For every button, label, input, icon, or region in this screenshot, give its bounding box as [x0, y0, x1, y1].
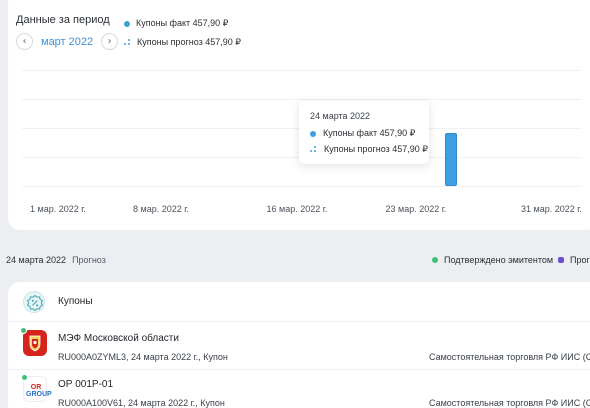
x-tick-label: 8 мар. 2022 г. [133, 204, 189, 214]
x-tick-label: 23 мар. 2022 г. [385, 204, 447, 214]
tooltip-date: 24 марта 2022 [310, 111, 371, 121]
tooltip-fact-dot-icon [310, 130, 316, 137]
x-tick-label: 1 мар. 2022 г. [30, 204, 86, 214]
logo-text-top: OR [30, 384, 42, 391]
status-line: 24 марта 2022 Прогноз [6, 255, 106, 265]
forecast-status-label: Прогн [570, 255, 590, 265]
legend-forecast-status: Прогн [558, 255, 590, 265]
tooltip-forecast-dots-icon [310, 146, 317, 153]
section-title: Купоны [58, 296, 93, 307]
or-group-logo-text: OR GROUP [26, 384, 52, 398]
coupon-chart: 1 мар. 2022 г. 8 мар. 2022 г. 16 мар. 2022… [0, 0, 590, 230]
tooltip-forecast-row: Купоны прогноз 457,90 ₽ [310, 144, 428, 155]
chart-bar[interactable] [445, 132, 457, 186]
status-date: 24 марта 2022 [6, 255, 67, 265]
tooltip-fact-row: Купоны факт 457,90 ₽ [310, 128, 415, 139]
row-subtitle: RU000A0ZYML3, 24 марта 2022 г., Купон [58, 352, 228, 362]
confirmed-badge-icon [21, 374, 28, 381]
legend-confirmed: Подтверждено эмитентом [432, 255, 553, 265]
x-tick-label: 16 мар. 2022 г. [266, 204, 328, 214]
status-type: Прогноз [72, 255, 106, 265]
row-title: МЭФ Московской области [58, 333, 179, 344]
confirmed-badge-icon [20, 327, 27, 334]
logo-text-bottom: GROUP [26, 391, 52, 398]
chart-tooltip: 24 марта 2022 Купоны факт 457,90 ₽ Купон… [299, 101, 429, 164]
tooltip-fact-label: Купоны факт 457,90 ₽ [323, 128, 416, 138]
section-header: Купоны [8, 282, 590, 322]
tooltip-forecast-label: Купоны прогноз 457,90 ₽ [324, 144, 428, 154]
or-group-logo-icon: OR GROUP [21, 374, 52, 402]
chart-baseline [22, 186, 582, 187]
confirmed-dot-icon [432, 257, 438, 263]
moscow-oblast-emblem-icon [20, 327, 47, 356]
percent-badge-icon [23, 291, 45, 313]
row-account: Самостоятельная торговля РФ ИИС (Счет [429, 352, 590, 362]
row-subtitle: RU000A100V61, 24 марта 2022 г., Купон [58, 398, 225, 408]
row-account: Самостоятельная торговля РФ ИИС (Счет [429, 398, 590, 408]
list-item[interactable]: OR GROUP ОР 001Р-01 RU000A100V61, 24 мар… [8, 372, 590, 408]
row-title: ОР 001Р-01 [58, 379, 114, 390]
chart-gridline [22, 70, 582, 71]
list-item[interactable]: МЭФ Московской области RU000A0ZYML3, 24 … [8, 326, 590, 370]
coupons-list-card: Купоны МЭФ Московской области RU000A0ZYM… [8, 282, 590, 408]
forecast-status-dot-icon [558, 257, 564, 263]
confirmed-label: Подтверждено эмитентом [444, 255, 554, 265]
chart-gridline [22, 99, 582, 100]
x-tick-label: 31 мар. 2022 г. [521, 204, 582, 214]
